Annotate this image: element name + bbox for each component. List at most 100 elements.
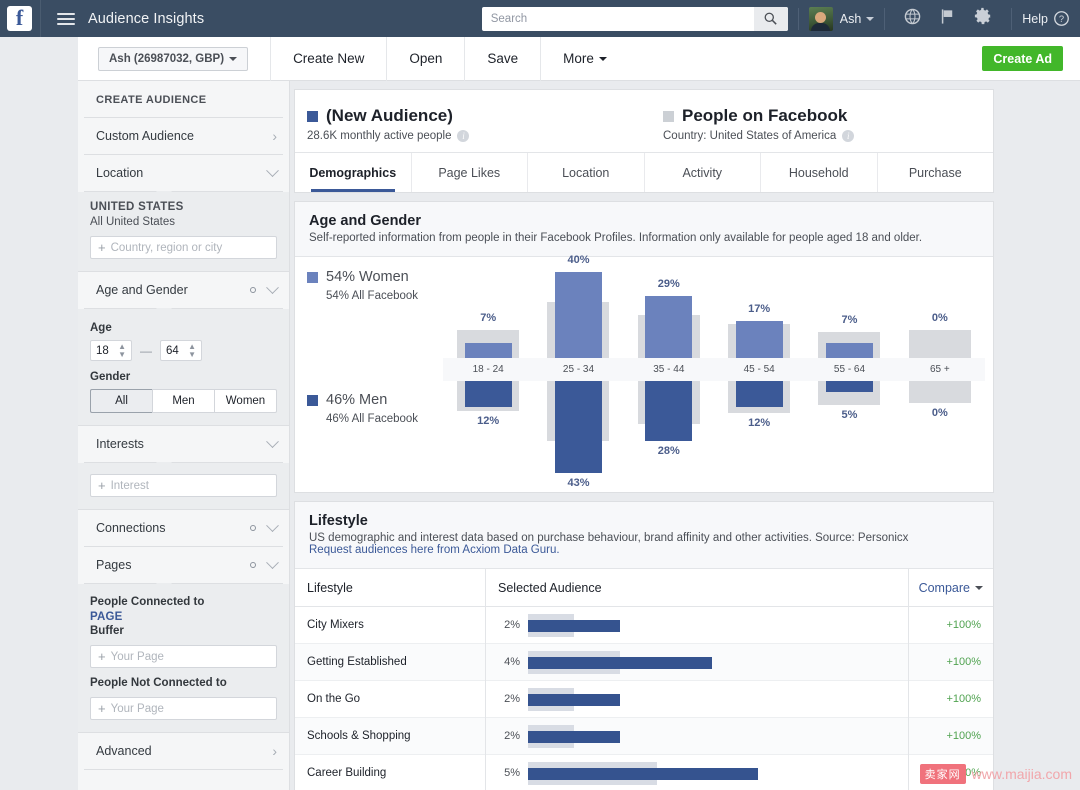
table-row[interactable]: City Mixers2%+100% bbox=[295, 607, 993, 644]
tab-household[interactable]: Household bbox=[761, 153, 878, 192]
user-name-label[interactable]: Ash bbox=[840, 12, 862, 26]
sidebar-item-connections[interactable]: Connections bbox=[84, 510, 283, 547]
your-page-input-connected[interactable]: + Your Page bbox=[90, 645, 277, 668]
globe-notifications-icon[interactable] bbox=[904, 8, 921, 30]
filter-active-indicator-icon bbox=[250, 562, 256, 568]
flag-page-icon[interactable] bbox=[939, 8, 956, 30]
sidebar-item-interests[interactable]: Interests bbox=[84, 426, 283, 463]
sidebar-item-location[interactable]: Location bbox=[84, 155, 283, 192]
page-kind-label[interactable]: PAGE bbox=[90, 611, 277, 623]
legend-men-text: 46% Men 46% All Facebook bbox=[326, 391, 418, 427]
gear-settings-icon[interactable] bbox=[974, 7, 992, 30]
magnifier-glyph bbox=[764, 12, 777, 25]
info-icon[interactable]: i bbox=[842, 130, 854, 142]
axis-tick-label: 55 - 64 bbox=[804, 358, 894, 381]
topbar-divider bbox=[40, 0, 41, 37]
chevron-down-icon bbox=[975, 586, 983, 590]
hamburger-menu-icon[interactable] bbox=[57, 10, 75, 28]
tab-page-likes[interactable]: Page Likes bbox=[412, 153, 529, 192]
page-name-label: Buffer bbox=[90, 625, 277, 637]
compare-value: +100% bbox=[908, 644, 993, 681]
your-page-input-not-connected[interactable]: + Your Page bbox=[90, 697, 277, 720]
axis-tick-label: 65 + bbox=[895, 358, 985, 381]
more-button[interactable]: More bbox=[541, 37, 629, 81]
main-content: (New Audience) 28.6K monthly active peop… bbox=[294, 81, 1080, 790]
search-icon[interactable] bbox=[754, 7, 788, 31]
interest-input[interactable]: + Interest bbox=[90, 474, 277, 497]
interests-panel: + Interest bbox=[78, 463, 289, 510]
search-input[interactable] bbox=[482, 13, 752, 25]
tab-demographics[interactable]: Demographics bbox=[295, 153, 412, 192]
compare-audience-name: People on Facebook bbox=[682, 106, 847, 126]
gender-option-men[interactable]: Men bbox=[152, 389, 214, 413]
create-new-button[interactable]: Create New bbox=[271, 37, 386, 81]
left-edge-strip bbox=[0, 37, 78, 790]
gender-option-all[interactable]: All bbox=[90, 389, 152, 413]
save-button[interactable]: Save bbox=[465, 37, 540, 81]
men-bar[interactable] bbox=[736, 377, 783, 407]
avatar[interactable] bbox=[809, 7, 833, 31]
chevron-down-icon[interactable] bbox=[866, 17, 874, 21]
sidebar-heading: CREATE AUDIENCE bbox=[84, 81, 283, 118]
topbar-separator bbox=[884, 8, 885, 30]
sidebar-item-advanced[interactable]: Advanced › bbox=[84, 733, 283, 770]
compare-label: Compare bbox=[919, 581, 970, 595]
sidebar-item-age-and-gender[interactable]: Age and Gender bbox=[84, 272, 283, 309]
tab-activity[interactable]: Activity bbox=[645, 153, 762, 192]
lifestyle-name-cell: City Mixers bbox=[295, 619, 485, 631]
women-value-label: 29% bbox=[624, 278, 714, 290]
plus-icon: + bbox=[98, 479, 106, 492]
selected-audience-name: (New Audience) bbox=[326, 106, 453, 126]
topbar-right-group: Ash Help ? bbox=[482, 0, 1080, 37]
table-row[interactable]: Schools & Shopping2%+100% bbox=[295, 718, 993, 755]
watermark: 卖家网 www.maijia.com bbox=[920, 764, 1072, 784]
legend-women-text: 54% Women 54% All Facebook bbox=[326, 268, 418, 304]
location-country: UNITED STATES bbox=[90, 201, 277, 213]
save-label: Save bbox=[487, 37, 518, 81]
sidebar-item-label: Custom Audience bbox=[96, 129, 194, 143]
compare-audience-title-row: People on Facebook bbox=[663, 106, 854, 126]
lifestyle-table-header: Lifestyle Selected Audience Compare bbox=[295, 569, 993, 607]
open-button[interactable]: Open bbox=[387, 37, 464, 81]
info-icon[interactable]: i bbox=[457, 130, 469, 142]
question-mark-icon[interactable]: ? bbox=[1054, 11, 1069, 26]
selected-audience-bar bbox=[528, 694, 620, 706]
legend-men: 46% Men 46% All Facebook bbox=[307, 391, 418, 427]
sidebar-item-pages[interactable]: Pages bbox=[84, 547, 283, 584]
search-box[interactable] bbox=[482, 7, 788, 31]
age-max-stepper[interactable]: 64 ▲▼ bbox=[160, 340, 202, 361]
create-ad-button[interactable]: Create Ad bbox=[982, 46, 1063, 71]
location-input-placeholder: Country, region or city bbox=[111, 242, 223, 254]
table-row[interactable]: Career Building5%+100% bbox=[295, 755, 993, 790]
help-button[interactable]: Help ? bbox=[1022, 11, 1069, 26]
women-bar[interactable] bbox=[645, 296, 692, 362]
age-min-stepper[interactable]: 18 ▲▼ bbox=[90, 340, 132, 361]
sidebar-item-custom-audience[interactable]: Custom Audience › bbox=[84, 118, 283, 155]
women-bar[interactable] bbox=[736, 321, 783, 362]
legend-men-swatch bbox=[307, 395, 318, 406]
watermark-url: www.maijia.com bbox=[972, 766, 1072, 782]
gender-option-women[interactable]: Women bbox=[214, 389, 277, 413]
men-bar[interactable] bbox=[555, 377, 602, 473]
axis-tick-label: 18 - 24 bbox=[443, 358, 533, 381]
location-panel: UNITED STATES All United States + Countr… bbox=[78, 192, 289, 272]
men-bar[interactable] bbox=[465, 377, 512, 407]
age-gender-title: Age and Gender bbox=[309, 213, 979, 229]
acxiom-request-link[interactable]: Request audiences here from Acxiom Data … bbox=[309, 544, 979, 556]
tab-purchase[interactable]: Purchase bbox=[878, 153, 994, 192]
facebook-logo-icon[interactable]: f bbox=[7, 6, 32, 31]
legend-men-sub: 46% All Facebook bbox=[326, 413, 418, 425]
location-input[interactable]: + Country, region or city bbox=[90, 236, 277, 259]
men-bar[interactable] bbox=[645, 377, 692, 441]
account-selector[interactable]: Ash (26987032, GBP) bbox=[98, 47, 248, 71]
bar-container bbox=[528, 681, 908, 718]
women-bar[interactable] bbox=[555, 272, 602, 362]
column-header-compare[interactable]: Compare bbox=[908, 569, 993, 606]
top-navigation-bar: f Audience Insights Ash bbox=[0, 0, 1080, 37]
table-row[interactable]: On the Go2%+100% bbox=[295, 681, 993, 718]
filter-active-indicator-icon bbox=[250, 525, 256, 531]
tab-location[interactable]: Location bbox=[528, 153, 645, 192]
app-title: Audience Insights bbox=[88, 11, 204, 27]
table-row[interactable]: Getting Established4%+100% bbox=[295, 644, 993, 681]
flag-glyph bbox=[939, 8, 956, 25]
